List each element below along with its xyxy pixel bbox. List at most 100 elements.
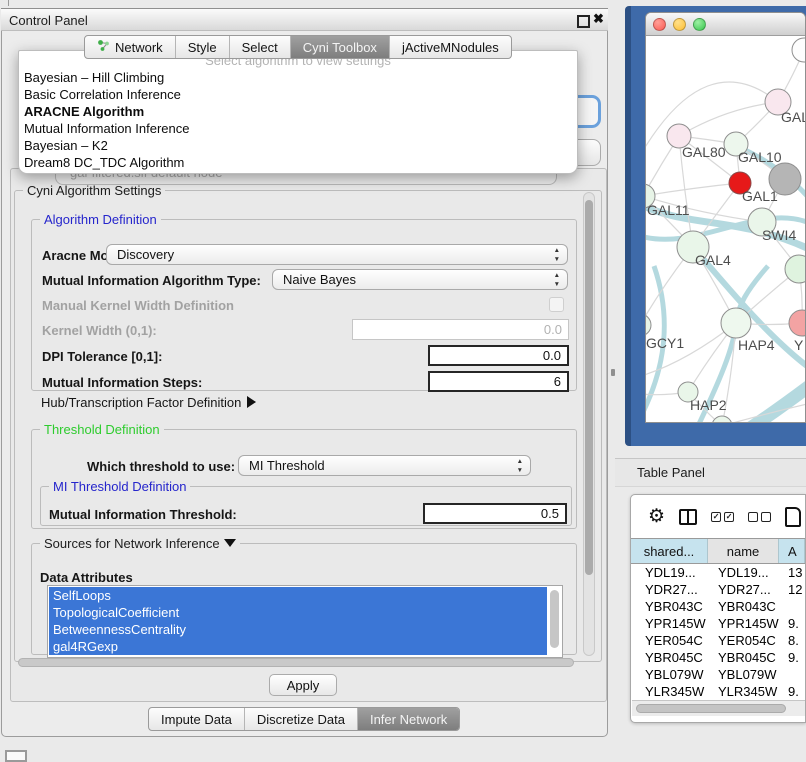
- tab-style[interactable]: Style: [176, 36, 230, 58]
- splitpane-divider-handle[interactable]: [611, 369, 615, 376]
- node-label: SWI4: [762, 227, 796, 243]
- tab-network[interactable]: Network: [85, 36, 176, 58]
- network-canvas[interactable]: GAL GAL80 GAL10 GAL1 GAL11 SWI4 GAL4 GCY…: [646, 36, 805, 423]
- table-card: ⚙ ✓✓ shared... name A YDL19... YDL19... …: [630, 494, 806, 723]
- tab-infer-network[interactable]: Infer Network: [358, 708, 459, 730]
- mi-steps-field[interactable]: 6: [428, 371, 569, 392]
- node-gcy1[interactable]: [646, 314, 651, 336]
- expanded-arrow-icon: [224, 539, 236, 547]
- close-icon[interactable]: ✖: [593, 11, 604, 27]
- select-all-checkboxes-icon[interactable]: ✓✓: [711, 512, 734, 522]
- collapsed-arrow-icon: [247, 396, 256, 408]
- close-traffic-light-icon[interactable]: [653, 18, 666, 31]
- column-header-shared-name[interactable]: shared...: [631, 539, 708, 563]
- node-label: GCY1: [646, 335, 684, 351]
- list-item[interactable]: BetweennessCentrality: [49, 621, 547, 638]
- node-label: GAL11: [647, 202, 690, 218]
- cyni-bottom-tabs: Impute Data Discretize Data Infer Networ…: [148, 707, 460, 731]
- hub-definition-disclosure[interactable]: Hub/Transcription Factor Definition: [41, 395, 256, 410]
- node-label: GAL4: [695, 252, 731, 268]
- group-title: Cyni Algorithm Settings: [23, 183, 165, 198]
- dpi-tolerance-field[interactable]: 0.0: [428, 345, 569, 366]
- settings-hscroll[interactable]: [18, 658, 574, 667]
- dropdown-item[interactable]: Basic Correlation Inference: [19, 86, 577, 103]
- gear-icon[interactable]: ⚙: [648, 505, 665, 528]
- kernel-width-field[interactable]: 0.0: [352, 319, 569, 340]
- dropdown-item[interactable]: Mutual Information Inference: [19, 120, 577, 137]
- table-body: YDL19... YDL19... 13 YDR27... YDR27... 1…: [631, 564, 805, 717]
- node-salmon[interactable]: [789, 310, 805, 336]
- aracne-mode-combo[interactable]: Discovery ▲▼: [106, 244, 568, 265]
- column-header-partial[interactable]: A: [779, 539, 805, 563]
- network-graph: GAL GAL80 GAL10 GAL1 GAL11 SWI4 GAL4 GCY…: [646, 36, 805, 423]
- edge: [646, 183, 740, 196]
- combo-stepper-icon: ▲▼: [517, 457, 523, 475]
- algorithm-definition-title: Algorithm Definition: [40, 212, 161, 227]
- sources-group: Sources for Network Inference Data Attri…: [31, 543, 577, 655]
- which-threshold-combo[interactable]: MI Threshold ▲▼: [238, 455, 531, 476]
- zoom-traffic-light-icon[interactable]: [693, 18, 706, 31]
- dpi-tolerance-label: DPI Tolerance [0,1]:: [42, 349, 162, 364]
- deselect-all-checkboxes-icon[interactable]: [748, 512, 771, 522]
- cyni-content-panel: Cyni Algorithm Settings Algorithm Defini…: [10, 168, 607, 702]
- table-row[interactable]: YER054C YER054C 8.: [631, 632, 805, 649]
- list-item[interactable]: gal4RGexp: [49, 638, 547, 655]
- table-hscroll-thumb[interactable]: [636, 704, 786, 713]
- table-row[interactable]: YLR345W YLR345W 9.: [631, 683, 805, 700]
- table-row[interactable]: YBL079W YBL079W: [631, 666, 805, 683]
- node-right-green[interactable]: [785, 255, 805, 283]
- mi-type-label: Mutual Information Algorithm Type:: [42, 273, 261, 288]
- control-panel-tabs: Network Style Select Cyni Toolbox jActiv…: [84, 35, 512, 59]
- table-hscroll[interactable]: [632, 700, 805, 716]
- mi-threshold-group: MI Threshold Definition Mutual Informati…: [40, 486, 572, 526]
- node-label: GAL1: [742, 188, 778, 204]
- dropdown-item[interactable]: Bayesian – K2: [19, 137, 577, 154]
- tab-cyni-toolbox[interactable]: Cyni Toolbox: [291, 36, 390, 58]
- algorithm-definition-group: Algorithm Definition Aracne Mode: Discov…: [31, 219, 577, 391]
- table-header-row: shared... name A: [631, 538, 805, 564]
- manual-kernel-label: Manual Kernel Width Definition: [42, 298, 234, 313]
- mi-threshold-field[interactable]: 0.5: [423, 503, 567, 524]
- kernel-width-label: Kernel Width (0,1):: [42, 323, 157, 338]
- tab-jactivemnodules[interactable]: jActiveMNodules: [390, 36, 511, 58]
- mi-threshold-label: Mutual Information Threshold:: [49, 507, 237, 522]
- node-top-right[interactable]: [792, 38, 805, 62]
- dropdown-item-selected[interactable]: ARACNE Algorithm: [19, 103, 577, 120]
- table-panel-title: Table Panel: [637, 465, 705, 480]
- column-header-name[interactable]: name: [708, 539, 779, 563]
- threshold-definition-group: Threshold Definition Which threshold to …: [31, 429, 577, 529]
- minimize-traffic-light-icon[interactable]: [673, 18, 686, 31]
- table-row[interactable]: YBR045C YBR045C 9.: [631, 649, 805, 666]
- dropdown-item[interactable]: Bayesian – Hill Climbing: [19, 69, 577, 86]
- list-item[interactable]: TopologicalCoefficient: [49, 604, 547, 621]
- tab-discretize-data[interactable]: Discretize Data: [245, 708, 358, 730]
- node-bottom[interactable]: [712, 416, 732, 423]
- table-row[interactable]: YPR145W YPR145W 9.: [631, 615, 805, 632]
- node-label: GAL10: [738, 149, 782, 165]
- control-panel-titlebar[interactable]: [1, 8, 608, 31]
- list-item[interactable]: SelfLoops: [49, 587, 547, 604]
- table-row[interactable]: YDR27... YDR27... 12: [631, 581, 805, 598]
- minimized-panel-icon[interactable]: [5, 750, 27, 762]
- settings-vscroll-thumb[interactable]: [585, 200, 593, 575]
- network-window-titlebar[interactable]: [646, 13, 805, 36]
- node-label: HAP2: [690, 397, 727, 413]
- dropdown-item[interactable]: Dream8 DC_TDC Algorithm: [19, 154, 577, 171]
- apply-button[interactable]: Apply: [269, 674, 337, 696]
- mi-steps-label: Mutual Information Steps:: [42, 375, 202, 390]
- export-table-icon[interactable]: [785, 507, 801, 527]
- manual-kernel-checkbox[interactable]: [549, 297, 564, 312]
- combo-stepper-icon: ▲▼: [554, 246, 560, 264]
- list-scrollbar[interactable]: [550, 590, 559, 648]
- tab-impute-data[interactable]: Impute Data: [149, 708, 245, 730]
- node-hap4[interactable]: [721, 308, 751, 338]
- tab-select[interactable]: Select: [230, 36, 291, 58]
- table-row[interactable]: YBR043C YBR043C: [631, 598, 805, 615]
- float-window-icon[interactable]: [577, 15, 590, 28]
- table-row[interactable]: YDL19... YDL19... 13: [631, 564, 805, 581]
- sources-disclosure[interactable]: Sources for Network Inference: [40, 536, 240, 551]
- show-columns-icon[interactable]: [679, 509, 697, 525]
- cyni-algorithm-settings-group: Cyni Algorithm Settings Algorithm Defini…: [14, 190, 602, 662]
- frame-tick: [8, 0, 9, 6]
- mi-type-combo[interactable]: Naive Bayes ▲▼: [272, 269, 568, 290]
